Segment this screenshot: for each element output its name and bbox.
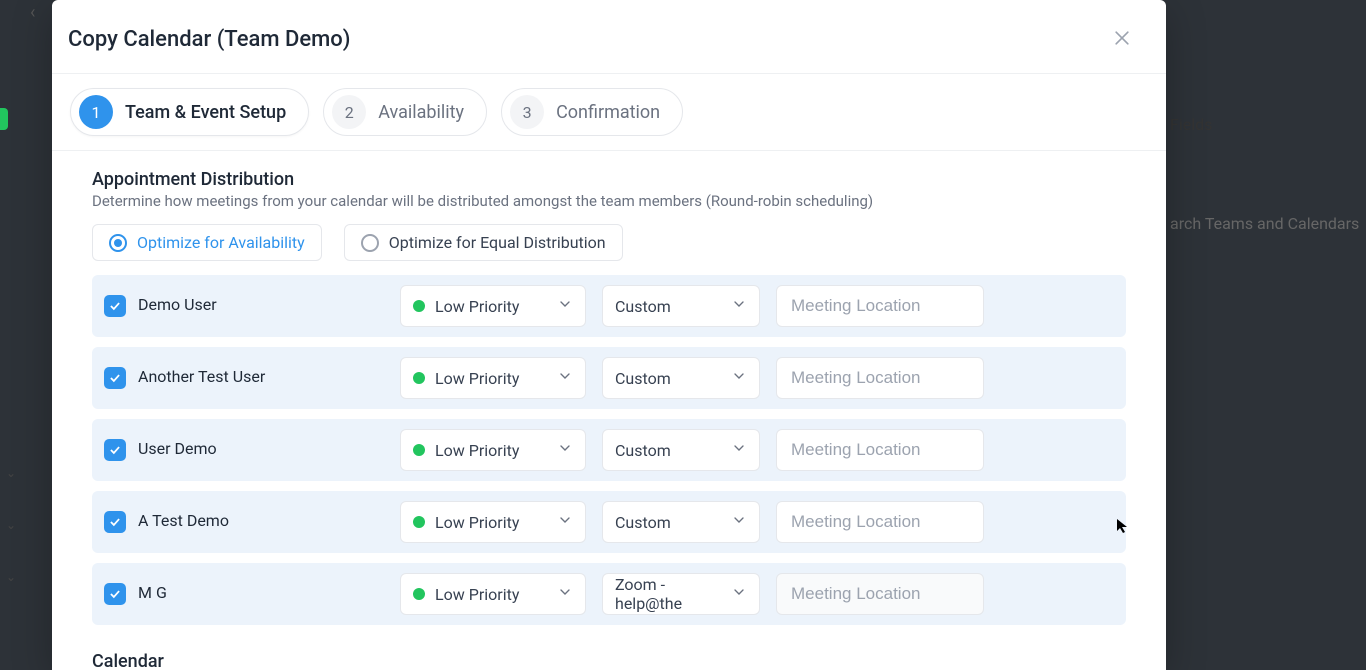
copy-calendar-modal: Copy Calendar (Team Demo) 1 Team & Event…	[52, 0, 1166, 670]
chevron-down-icon: ⌄	[6, 570, 16, 584]
stepper: 1 Team & Event Setup 2 Availability 3 Co…	[52, 74, 1166, 151]
status-dot-icon	[413, 372, 425, 384]
priority-value: Low Priority	[435, 297, 519, 316]
radio-icon	[361, 234, 379, 252]
type-dropdown[interactable]: Custom	[602, 501, 760, 543]
distribution-subtitle: Determine how meetings from your calenda…	[92, 192, 1126, 210]
modal-body: Appointment Distribution Determine how m…	[52, 151, 1166, 670]
priority-value: Low Priority	[435, 513, 519, 532]
type-value: Custom	[615, 369, 671, 388]
type-value: Zoom - help@the	[615, 575, 731, 613]
step-label: Confirmation	[556, 102, 660, 123]
member-left: Another Test User	[104, 367, 384, 389]
priority-value: Low Priority	[435, 585, 519, 604]
member-left: User Demo	[104, 439, 384, 461]
chevron-down-icon	[731, 512, 747, 532]
step-availability[interactable]: 2 Availability	[323, 88, 487, 136]
status-dot-icon	[413, 444, 425, 456]
status-dot-icon	[413, 588, 425, 600]
step-confirmation[interactable]: 3 Confirmation	[501, 88, 683, 136]
chevron-down-icon	[731, 368, 747, 388]
distribution-options: Optimize for Availability Optimize for E…	[92, 224, 1126, 261]
member-checkbox[interactable]	[104, 367, 126, 389]
priority-dropdown[interactable]: Low Priority	[400, 285, 586, 327]
step-team-event-setup[interactable]: 1 Team & Event Setup	[70, 88, 309, 136]
step-label: Team & Event Setup	[125, 102, 286, 123]
type-dropdown[interactable]: Custom	[602, 285, 760, 327]
status-dot-icon	[413, 516, 425, 528]
member-name: A Test Demo	[138, 511, 229, 530]
meeting-location-input[interactable]	[776, 501, 984, 543]
meeting-location-input[interactable]	[776, 429, 984, 471]
member-name: Demo User	[138, 295, 217, 314]
type-value: Custom	[615, 513, 671, 532]
meeting-location-input[interactable]	[776, 357, 984, 399]
member-checkbox[interactable]	[104, 295, 126, 317]
member-checkbox[interactable]	[104, 511, 126, 533]
radio-icon	[109, 234, 127, 252]
member-name: M G	[138, 583, 167, 602]
distribution-title: Appointment Distribution	[92, 169, 1126, 190]
priority-dropdown[interactable]: Low Priority	[400, 429, 586, 471]
sidebar-accent	[0, 108, 8, 130]
optimize-equal-option[interactable]: Optimize for Equal Distribution	[344, 224, 623, 261]
priority-dropdown[interactable]: Low Priority	[400, 501, 586, 543]
step-number: 1	[79, 95, 113, 129]
member-checkbox[interactable]	[104, 583, 126, 605]
chevron-down-icon	[557, 296, 573, 316]
priority-dropdown[interactable]: Low Priority	[400, 573, 586, 615]
chevron-down-icon	[731, 440, 747, 460]
member-row: Demo User Low Priority Custom	[92, 275, 1126, 337]
member-checkbox[interactable]	[104, 439, 126, 461]
type-dropdown[interactable]: Zoom - help@the	[602, 573, 760, 615]
step-number: 3	[510, 95, 544, 129]
type-value: Custom	[615, 441, 671, 460]
step-label: Availability	[378, 102, 464, 123]
radio-label: Optimize for Availability	[137, 233, 305, 252]
calendar-title: Calendar	[92, 651, 1126, 670]
member-row: A Test Demo Low Priority Custom	[92, 491, 1126, 553]
type-dropdown[interactable]: Custom	[602, 429, 760, 471]
chevron-down-icon	[557, 584, 573, 604]
radio-label: Optimize for Equal Distribution	[389, 233, 606, 252]
bg-search-text: arch Teams and Calendars	[1170, 214, 1359, 233]
modal-title: Copy Calendar (Team Demo)	[68, 27, 350, 52]
member-row: Another Test User Low Priority Custom	[92, 347, 1126, 409]
type-value: Custom	[615, 297, 671, 316]
priority-dropdown[interactable]: Low Priority	[400, 357, 586, 399]
meeting-location-input[interactable]	[776, 285, 984, 327]
member-name: Another Test User	[138, 367, 265, 386]
chevron-down-icon	[557, 440, 573, 460]
back-chevron-icon: ‹	[30, 2, 35, 23]
meeting-location-input	[776, 573, 984, 615]
chevron-down-icon: ⌄	[6, 466, 16, 480]
bg-fields-text: Fields	[1170, 115, 1212, 134]
type-dropdown[interactable]: Custom	[602, 357, 760, 399]
priority-value: Low Priority	[435, 441, 519, 460]
close-icon	[1112, 36, 1132, 51]
optimize-availability-option[interactable]: Optimize for Availability	[92, 224, 322, 261]
step-number: 2	[332, 95, 366, 129]
member-row: User Demo Low Priority Custom	[92, 419, 1126, 481]
chevron-down-icon	[557, 512, 573, 532]
member-left: A Test Demo	[104, 511, 384, 533]
chevron-down-icon	[557, 368, 573, 388]
member-name: User Demo	[138, 439, 217, 458]
priority-value: Low Priority	[435, 369, 519, 388]
member-left: M G	[104, 583, 384, 605]
modal-header: Copy Calendar (Team Demo)	[52, 0, 1166, 74]
member-left: Demo User	[104, 295, 384, 317]
chevron-down-icon	[731, 584, 747, 604]
chevron-down-icon: ⌄	[6, 518, 16, 532]
member-row: M G Low Priority Zoom - help@the	[92, 563, 1126, 625]
status-dot-icon	[413, 300, 425, 312]
chevron-down-icon	[731, 296, 747, 316]
close-button[interactable]	[1106, 22, 1138, 57]
